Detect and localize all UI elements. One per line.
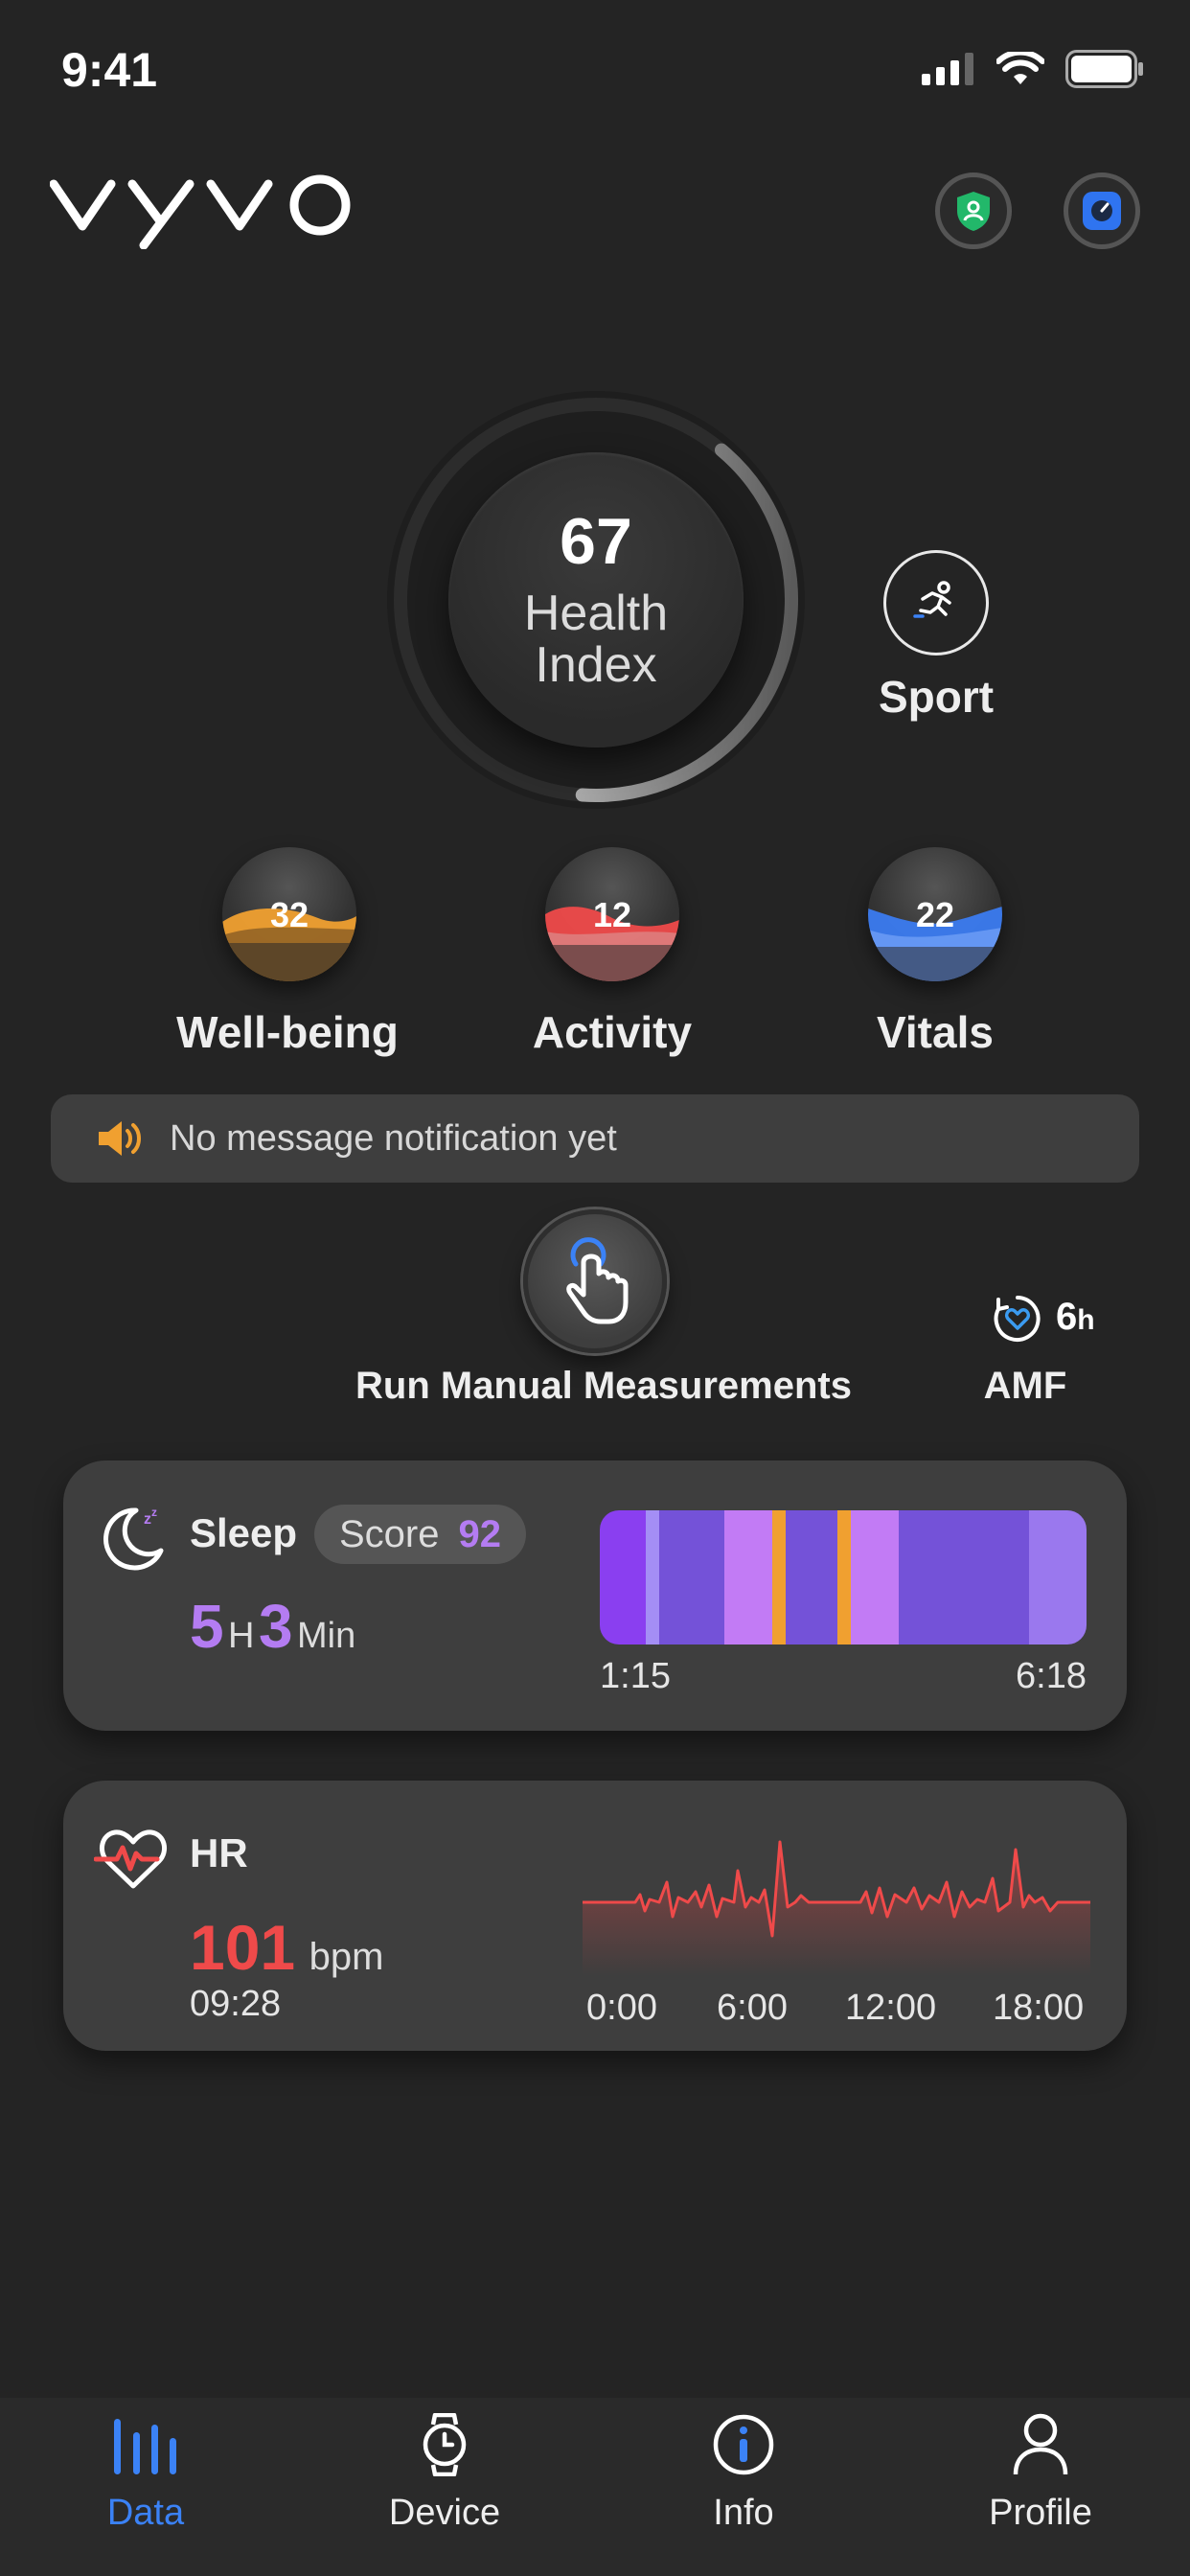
sleep-duration: 5 H 3 Min	[190, 1592, 356, 1661]
bottom-tab-bar: Data Device Info Profile	[0, 2398, 1190, 2576]
hr-axis-3: 18:00	[993, 1988, 1085, 2028]
hr-unit: bpm	[309, 1936, 384, 1978]
hr-value: 101	[190, 1912, 296, 1983]
sleep-stage-segment	[659, 1510, 724, 1644]
sleep-start-time: 1:15	[600, 1656, 671, 1696]
vitals-label[interactable]: Vitals	[791, 1006, 1079, 1058]
sport-label[interactable]: Sport	[843, 671, 1029, 723]
sleep-stage-segment	[837, 1510, 851, 1644]
notification-text: No message notification yet	[170, 1117, 617, 1159]
sleep-stage-segment	[786, 1510, 837, 1644]
hr-value-block: 101 bpm	[190, 1911, 383, 1984]
tab-data-label: Data	[106, 2493, 185, 2533]
activity-value: 12	[592, 895, 632, 934]
watch-status-icon	[1083, 192, 1121, 230]
hr-axis-2: 12:00	[845, 1988, 937, 2028]
sleep-stage-segment	[851, 1510, 899, 1644]
sleep-score-label: Score	[339, 1512, 440, 1555]
wellbeing-label[interactable]: Well-being	[144, 1006, 431, 1058]
battery-icon	[1065, 50, 1143, 88]
run-manual-measurements-button[interactable]	[523, 1209, 667, 1353]
security-shield-button[interactable]	[935, 172, 1012, 249]
svg-text:z: z	[151, 1506, 157, 1519]
vitals-value: 22	[915, 895, 955, 934]
hr-title: HR	[190, 1830, 248, 1875]
tab-data[interactable]: Data	[50, 2413, 241, 2534]
tab-info-label: Info	[713, 2493, 774, 2533]
activity-label[interactable]: Activity	[469, 1006, 756, 1058]
amf-heart-icon	[993, 1294, 1042, 1348]
status-time: 9:41	[61, 43, 158, 97]
sleep-end-time: 6:18	[1016, 1656, 1087, 1696]
sleep-stage-chart	[600, 1510, 1087, 1644]
tab-device-label: Device	[388, 2493, 501, 2533]
shield-user-icon	[957, 192, 990, 231]
health-index-center[interactable]: 67 Health Index	[448, 452, 744, 748]
activity-sphere[interactable]: 12	[545, 847, 679, 981]
tab-profile[interactable]: Profile	[945, 2413, 1136, 2534]
status-icons	[922, 50, 1144, 88]
run-manual-measurements-label[interactable]: Run Manual Measurements	[326, 1365, 881, 1408]
health-index-value: 67	[560, 505, 632, 578]
sleep-stage-segment	[772, 1510, 786, 1644]
amf-label[interactable]: AMF	[958, 1365, 1092, 1408]
info-icon	[713, 2414, 774, 2475]
sleep-score-pill: Score 92	[314, 1505, 526, 1564]
hr-time: 09:28	[190, 1984, 282, 2024]
moon-icon: z z	[103, 1506, 164, 1571]
sleep-title: Sleep	[190, 1510, 298, 1555]
tab-profile-label: Profile	[989, 2493, 1092, 2533]
hr-sparkline	[583, 1840, 1090, 1976]
hr-axis-1: 6:00	[717, 1988, 788, 2028]
wifi-icon	[996, 52, 1044, 84]
health-index-label: Health Index	[523, 586, 669, 693]
sport-button[interactable]	[883, 550, 989, 656]
sleep-stage-segment	[646, 1510, 659, 1644]
sleep-stage-segment	[1029, 1510, 1087, 1644]
wellbeing-value: 32	[269, 895, 309, 934]
tab-device[interactable]: Device	[349, 2412, 540, 2534]
tab-info[interactable]: Info	[648, 2413, 839, 2534]
sleep-card[interactable]: z z Sleep Score 92 5 H 3 Min 1:15 6:18	[63, 1460, 1127, 1731]
svg-text:z: z	[144, 1511, 151, 1528]
vitals-sphere[interactable]: 22	[868, 847, 1002, 981]
tap-hand-icon	[566, 1237, 629, 1324]
watch-icon	[423, 2412, 467, 2477]
speaker-icon	[99, 1121, 141, 1156]
person-icon	[1013, 2413, 1068, 2475]
data-bars-icon	[114, 2419, 176, 2474]
sleep-stage-segment	[899, 1510, 1029, 1644]
wellbeing-sphere[interactable]: 32	[222, 847, 356, 981]
heart-pulse-icon	[94, 1829, 168, 1889]
hr-axis-0: 0:00	[586, 1988, 657, 2028]
device-sync-button[interactable]	[1064, 172, 1140, 249]
running-icon	[913, 581, 951, 618]
amf-value: 6h	[1056, 1296, 1095, 1338]
sleep-stage-segment	[724, 1510, 772, 1644]
notification-bar[interactable]: No message notification yet	[51, 1094, 1139, 1183]
signal-icon	[922, 53, 973, 85]
vyvo-logo	[49, 163, 356, 254]
heart-rate-card[interactable]: HR 101 bpm 09:28 0:00 6:00 12:00 18:00	[63, 1781, 1127, 2051]
sleep-score-value: 92	[458, 1512, 502, 1555]
sleep-stage-segment	[600, 1510, 646, 1644]
